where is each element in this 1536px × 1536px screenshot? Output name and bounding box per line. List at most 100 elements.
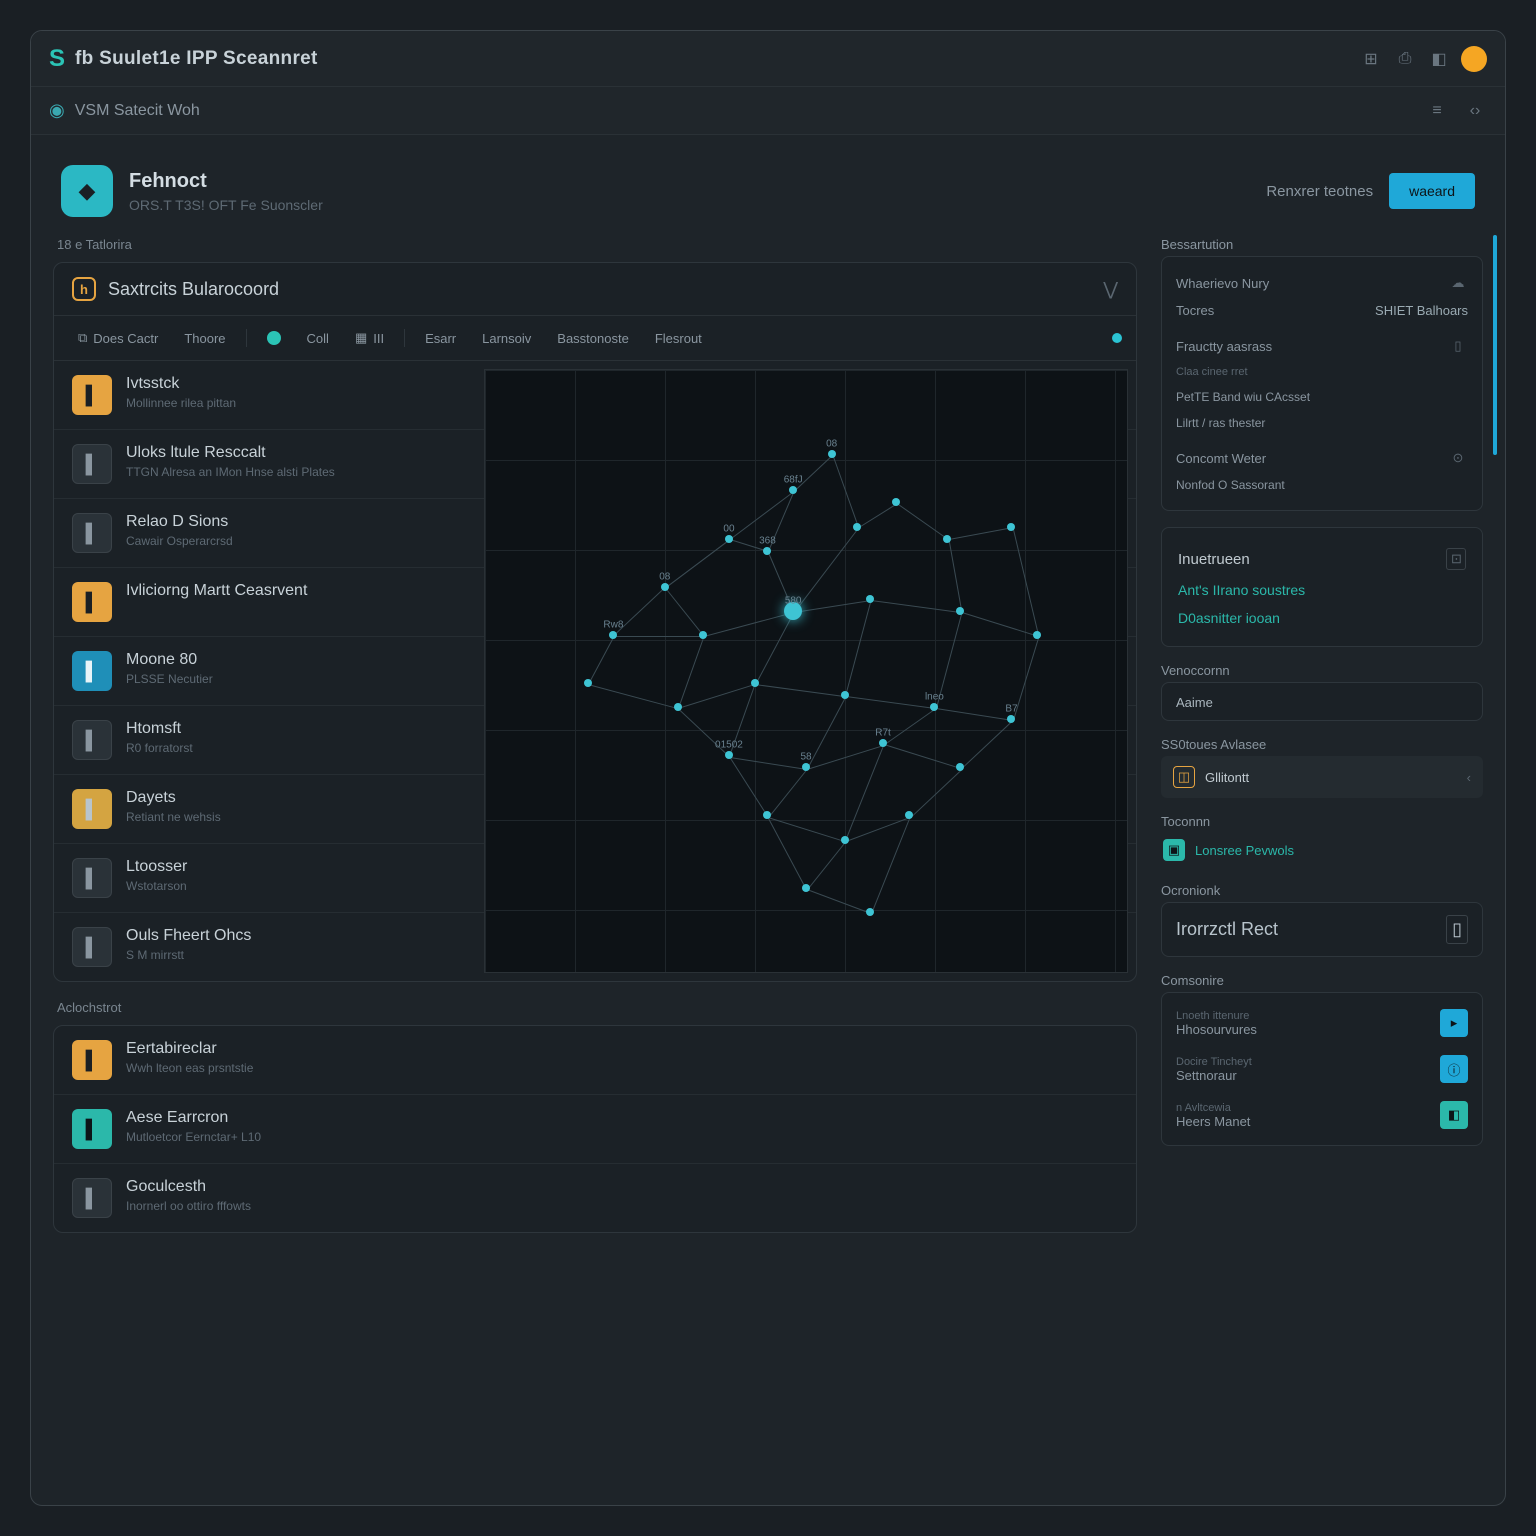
tool-t8[interactable]: Flesrout: [645, 327, 712, 350]
cloud-icon: ☁: [1448, 275, 1468, 291]
tool-badge[interactable]: [257, 327, 291, 349]
list-item-title: Uloks ltule Resccalt: [126, 444, 335, 462]
titlebar: S fb Suulet1e IPP Sceannret ⊞ ⎙ ◧: [31, 31, 1505, 87]
list-item-subtitle: PLSSE Necutier: [126, 672, 213, 686]
side-label-1: Bessartution: [1161, 237, 1483, 252]
dot-icon: [267, 331, 281, 345]
info-box: Whaerievo Nury☁ TocresSHIET Balhoars Fra…: [1161, 256, 1483, 511]
person-icon: ⊙: [1448, 450, 1468, 466]
list-item-icon: ▌: [72, 789, 112, 829]
tool-t3[interactable]: Coll: [297, 327, 339, 350]
panel-title: Saxtrcits Bularocoord: [108, 279, 279, 300]
list-item[interactable]: ▌ Goculcesth Inornerl oo ottiro fffowts: [54, 1164, 1136, 1232]
list-item-title: Ivliciorng Martt Ceasrvent: [126, 582, 307, 600]
list-item-icon: ▌: [72, 444, 112, 484]
panel-header-icon: h: [72, 277, 96, 301]
list-item-subtitle: R0 forratorst: [126, 741, 193, 755]
app-window: S fb Suulet1e IPP Sceannret ⊞ ⎙ ◧ ◉ VSM …: [30, 30, 1506, 1506]
list-item-icon: ▌: [72, 858, 112, 898]
tool-t5[interactable]: Esarr: [415, 327, 466, 350]
list-item[interactable]: ▌ Ouls Fheert Ohcs S M mirrstt: [54, 913, 1136, 981]
selector-value[interactable]: Aaime: [1176, 695, 1213, 710]
titlebar-action-2-icon[interactable]: ⎙: [1393, 47, 1417, 71]
panel-toolbar: ⧉Does Cactr Thoore Coll ▦III Esarr Larns…: [54, 316, 1136, 361]
list-item[interactable]: ▌LtoosserWstotarson: [54, 844, 1136, 913]
list-item[interactable]: ▌Moone 80PLSSE Necutier: [54, 637, 1136, 706]
list-item-subtitle: S M mirrstt: [126, 948, 251, 962]
side-column: Bessartution Whaerievo Nury☁ TocresSHIET…: [1161, 237, 1483, 1251]
list-item-title: Dayets: [126, 789, 221, 807]
chip-2-icon: ▣: [1163, 839, 1185, 861]
list-item-subtitle: Cawair Osperarcrsd: [126, 534, 233, 548]
toolbar-status-dot-icon: [1112, 333, 1122, 343]
list-item-subtitle: Mutloetcor Eernctar+ L10: [126, 1130, 261, 1144]
list-item[interactable]: ▌Aese EarrcronMutloetcor Eernctar+ L10: [54, 1095, 1136, 1164]
list-item-icon: ▌: [72, 582, 112, 622]
chip-3-label[interactable]: Irorrzctl Rect: [1176, 919, 1278, 940]
tag-icon[interactable]: ⊡: [1446, 548, 1466, 570]
list-item[interactable]: ▌DayetsRetiant ne wehsis: [54, 775, 1136, 844]
list-item[interactable]: ▌ Uloks ltule Resccalt TTGN Alresa an IMon…: [54, 430, 1136, 499]
tool-t6[interactable]: Larnsoiv: [472, 327, 541, 350]
side-label-5: Toconnn: [1161, 814, 1483, 829]
list-item-title: Eertabireclar: [126, 1040, 253, 1058]
list-item-icon: ▌: [72, 927, 112, 967]
content: ◆ Fehnoct ORS.T T3S! OFT Fe Suonscler Re…: [31, 135, 1505, 1505]
subbar-code-icon[interactable]: ‹›: [1463, 99, 1487, 123]
list-item-icon: ▌: [72, 513, 112, 553]
side-link-2[interactable]: D0asnitter iooan: [1178, 604, 1466, 632]
panel-body: ▌IvtsstckMollinnee rilea pittan▌Uloks lt…: [54, 361, 1136, 981]
list-item-title: Moone 80: [126, 651, 213, 669]
list-item-title: Goculcesth: [126, 1178, 251, 1196]
subbar-title: VSM Satecit Woh: [75, 102, 200, 120]
chip-1[interactable]: ◫ Gllitontt ‹: [1161, 756, 1483, 798]
list-item-icon: ▌: [72, 720, 112, 760]
stat-1-icon[interactable]: ▸: [1440, 1009, 1468, 1037]
profile-name: Fehnoct: [129, 170, 323, 193]
list-item-subtitle: Inornerl oo ottiro fffowts: [126, 1199, 251, 1213]
chevron-right-icon: ‹: [1467, 770, 1471, 785]
side-label-7: Comsonire: [1161, 973, 1483, 988]
info-r1: Whaerievo Nury: [1176, 276, 1269, 291]
stats-box: Lnoeth ittenureHhosourvures▸ Docire Tinc…: [1161, 992, 1483, 1146]
list-item-subtitle: TTGN Alresa an IMon Hnse alsti Plates: [126, 465, 335, 479]
scrollbar[interactable]: [1493, 235, 1497, 455]
secondary-panel: ▌EertabireclarWwh lteon eas prsntstie▌Ae…: [53, 1025, 1137, 1233]
side-label-2: Inuetrueen: [1178, 551, 1250, 568]
chip-1-icon: ◫: [1173, 766, 1195, 788]
list-item[interactable]: ▌ Ivliciorng Martt Ceasrvent: [54, 568, 1136, 637]
profile-badge-icon: ◆: [61, 165, 113, 217]
main-column: 18 e Tatlorira h Saxtrcits Bularocoord ⋁…: [53, 237, 1137, 1251]
list-item[interactable]: ▌Relao D SionsCawair Osperarcrsd: [54, 499, 1136, 568]
stat-3-icon[interactable]: ◧: [1440, 1101, 1468, 1129]
titlebar-action-3-icon[interactable]: ◧: [1427, 47, 1451, 71]
titlebar-action-1-icon[interactable]: ⊞: [1359, 47, 1383, 71]
app-logo-icon: S: [49, 45, 65, 73]
side-link-1[interactable]: Ant's IIrano soustres: [1178, 576, 1466, 604]
page-header: ◆ Fehnoct ORS.T T3S! OFT Fe Suonscler Re…: [53, 153, 1483, 237]
tool-copy[interactable]: ⧉Does Cactr: [68, 326, 168, 350]
tool-t2[interactable]: Thoore: [174, 327, 235, 350]
subbar-logo-icon: ◉: [49, 100, 65, 121]
list-item-title: Htomsft: [126, 720, 193, 738]
copy-icon: ⧉: [78, 330, 87, 346]
stat-2-icon[interactable]: ⓘ: [1440, 1055, 1468, 1083]
list-item-subtitle: Wstotarson: [126, 879, 187, 893]
list-item[interactable]: ▌ Htomsft R0 forratorst: [54, 706, 1136, 775]
list-item[interactable]: ▌IvtsstckMollinnee rilea pittan: [54, 361, 1136, 430]
subbar-menu-icon[interactable]: ≡: [1425, 99, 1449, 123]
subbar: ◉ VSM Satecit Woh ≡ ‹›: [31, 87, 1505, 135]
list-item-icon: ▌: [72, 1109, 112, 1149]
tool-t4[interactable]: ▦III: [345, 326, 394, 350]
list-item-title: Ouls Fheert Ohcs: [126, 927, 251, 945]
user-avatar[interactable]: [1461, 46, 1487, 72]
list-item-icon: ▌: [72, 375, 112, 415]
list-item-icon: ▌: [72, 1178, 112, 1218]
header-primary-button[interactable]: waeard: [1389, 173, 1475, 209]
tool-t7[interactable]: Basstonoste: [547, 327, 639, 350]
header-link[interactable]: Renxrer teotnes: [1266, 183, 1373, 200]
chip-2[interactable]: ▣ Lonsree Pevwols: [1161, 833, 1483, 867]
panel-expand-icon[interactable]: ⋁: [1103, 279, 1118, 300]
chip-3-icon[interactable]: ▯: [1446, 915, 1468, 944]
list-item[interactable]: ▌EertabireclarWwh lteon eas prsntstie: [54, 1026, 1136, 1095]
